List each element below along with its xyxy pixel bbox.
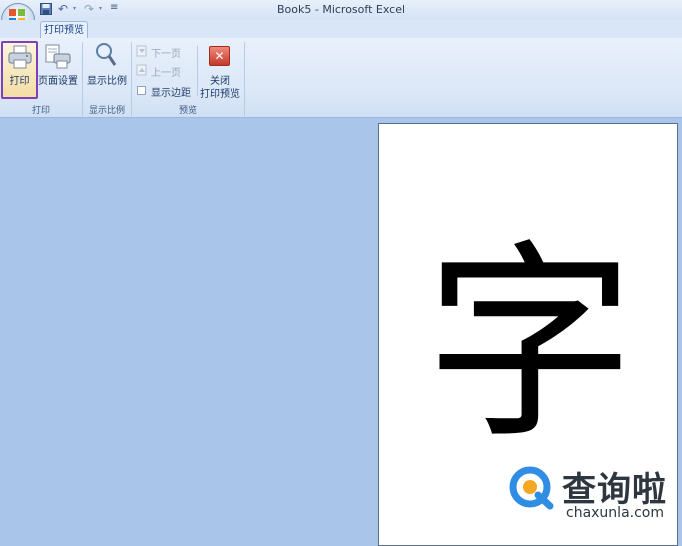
undo-icon[interactable]: ↶ [58,2,68,16]
group-separator [244,42,245,116]
page-setup-icon[interactable] [44,44,72,70]
printer-icon [8,45,32,69]
zoom-button[interactable]: 显示比例 [84,72,130,87]
window-title: Book5 - Microsoft Excel [276,3,406,16]
zoom-group-label: 显示比例 [88,106,125,116]
page-setup-button[interactable]: 页面设置 [36,72,80,87]
watermark-text: 查询啦 [562,470,667,510]
next-page-button[interactable]: 下一页 [151,45,181,60]
previous-page-icon [136,64,147,76]
redo-dropdown-icon[interactable]: ▾ [99,5,102,12]
redo-icon[interactable]: ↷ [84,2,94,16]
ribbon-tab-strip [0,20,682,38]
watermark-url: chaxunla.com [566,505,664,521]
page-content-character: 字 [424,222,635,467]
watermark-logo-icon [509,466,554,510]
undo-dropdown-icon[interactable]: ▾ [73,5,76,12]
tab-print-preview[interactable]: 打印预览 [40,21,88,39]
close-icon[interactable]: ✕ [209,46,230,66]
save-icon[interactable] [40,3,52,15]
preview-group-label: 预览 [178,106,197,116]
magnifier-icon[interactable] [95,42,117,68]
show-margins-label: 显示边距 [151,88,191,99]
show-margins-checkbox[interactable] [137,86,146,95]
customize-toolbar-icon[interactable]: ≡ [110,2,118,13]
close-preview-label-2[interactable]: 打印预览 [198,85,242,100]
print-group-label: 打印 [31,106,50,116]
print-button-label: 打印 [9,76,30,87]
next-page-icon [136,45,147,57]
previous-page-button[interactable]: 上一页 [151,64,181,79]
